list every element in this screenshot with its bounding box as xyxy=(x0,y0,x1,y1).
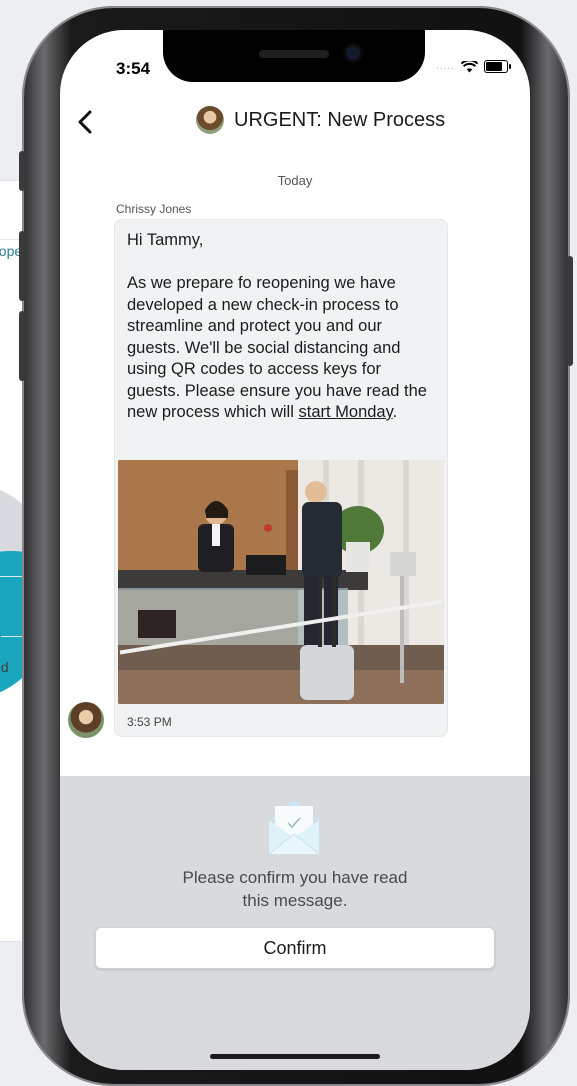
wifi-icon xyxy=(461,60,478,72)
confirm-prompt-text: Please confirm you have read this messag… xyxy=(182,868,408,910)
back-button[interactable] xyxy=(74,106,98,138)
confirm-prompt: Please confirm you have read this messag… xyxy=(60,866,530,912)
chevron-left-icon xyxy=(78,110,92,134)
mute-switch xyxy=(19,151,25,191)
message-text: Hi Tammy, As we prepare fo reopening we … xyxy=(127,230,437,424)
conversation-header: URGENT: New Process xyxy=(196,106,445,134)
confirm-button[interactable]: Confirm xyxy=(95,927,495,969)
sender-avatar[interactable] xyxy=(66,700,106,740)
message-bubble: Hi Tammy, As we prepare fo reopening we … xyxy=(114,219,448,737)
envelope-check-icon xyxy=(268,800,320,855)
message-timestamp: 3:53 PM xyxy=(127,715,172,729)
hotel-reception-illustration xyxy=(118,460,444,704)
date-divider: Today xyxy=(277,173,313,188)
message-body: Hi Tammy, As we prepare fo reopening we … xyxy=(127,231,427,421)
notch xyxy=(163,30,425,82)
signal-icon: ..... xyxy=(436,61,455,72)
avatar xyxy=(196,106,224,134)
volume-down-button xyxy=(19,311,25,381)
power-button xyxy=(567,256,573,366)
background-snippet: ied xyxy=(0,659,9,675)
home-indicator[interactable] xyxy=(210,1054,380,1059)
battery-icon xyxy=(484,60,511,73)
message-link[interactable]: start Monday xyxy=(298,403,392,421)
sender-name: Chrissy Jones xyxy=(116,202,192,216)
page-title: URGENT: New Process xyxy=(234,108,446,131)
status-indicators: ..... xyxy=(436,60,511,73)
front-camera xyxy=(346,46,360,60)
phone-screen: 3:54 ..... URGENT: New Process Today Chr… xyxy=(60,30,530,1070)
phone-frame: 3:54 ..... URGENT: New Process Today Chr… xyxy=(19,6,573,1086)
message-image[interactable] xyxy=(118,460,444,704)
confirm-panel: Please confirm you have read this messag… xyxy=(60,776,530,1070)
volume-up-button xyxy=(19,231,25,301)
message-end: . xyxy=(392,403,398,421)
status-time: 3:54 xyxy=(116,59,151,78)
speaker-grille xyxy=(259,50,329,58)
